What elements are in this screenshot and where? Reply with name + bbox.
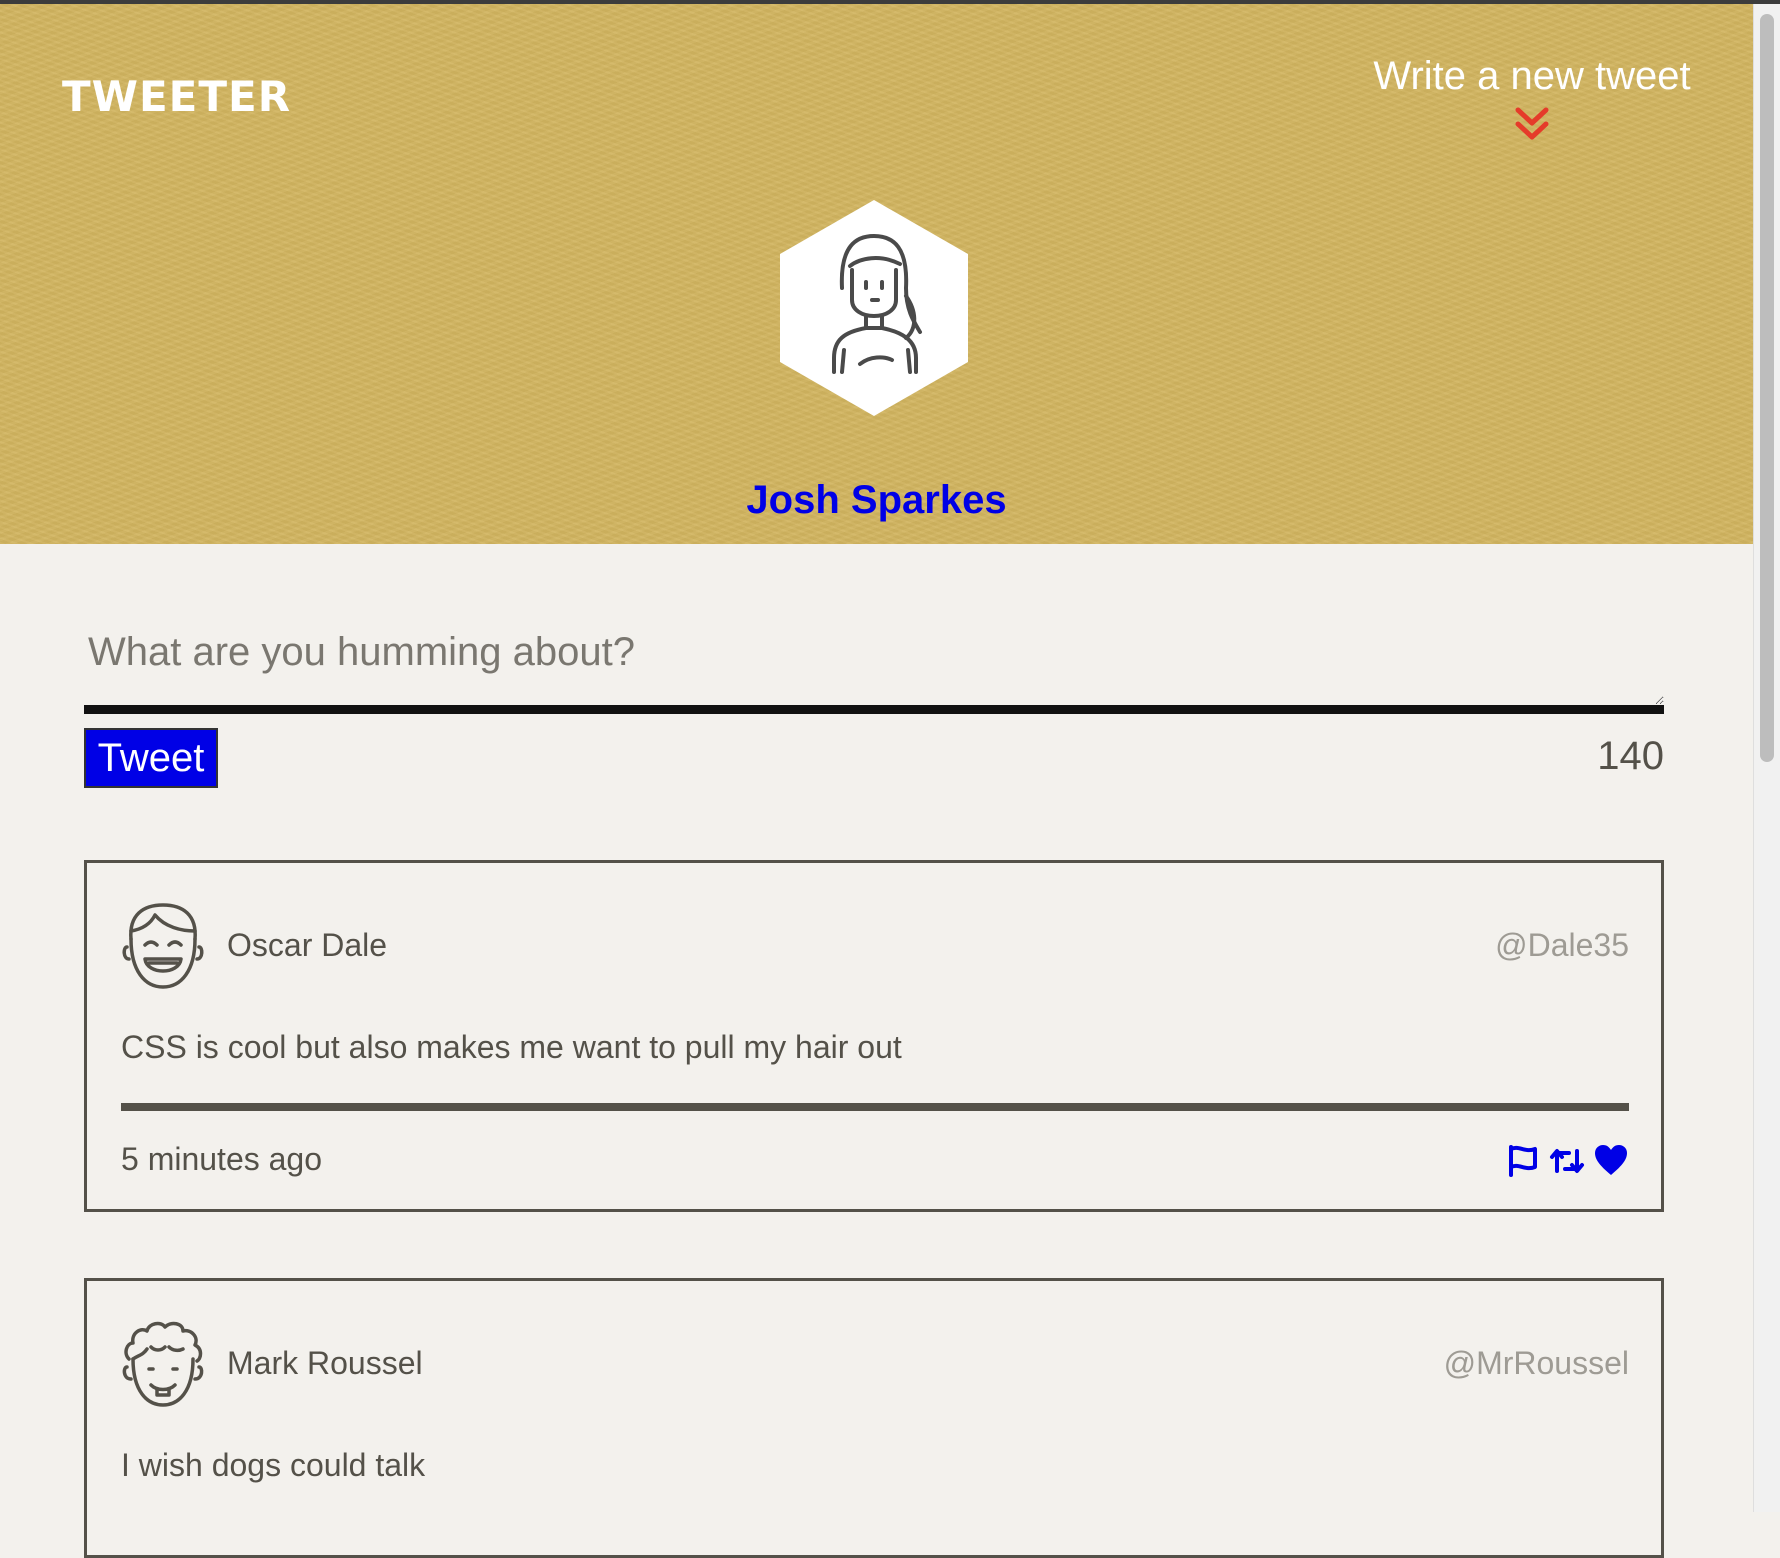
profile-name: Josh Sparkes	[746, 478, 1007, 522]
write-new-tweet-label: Write a new tweet	[1373, 54, 1691, 98]
page: TWEETER Write a new tweet Josh Sparkes W…	[0, 4, 1753, 1558]
tweet-content: I wish dogs could talk	[121, 1447, 426, 1483]
app-logo: TWEETER	[62, 72, 292, 121]
tweet-card: Mark Roussel @MrRoussel I wish dogs coul…	[84, 1278, 1664, 1558]
chevrons-down-icon	[1515, 107, 1549, 140]
tweet-timestamp: 5 minutes ago	[121, 1141, 323, 1177]
profile-avatar	[780, 200, 968, 416]
scrollbar-thumb[interactable]	[1760, 14, 1774, 762]
char-counter: 140	[1597, 734, 1664, 778]
tweet-author-handle: @Dale35	[1495, 927, 1629, 963]
tweet-divider	[121, 1103, 1629, 1111]
header-banner: TWEETER Write a new tweet Josh Sparkes	[0, 4, 1753, 544]
tweet-submit-button[interactable]: Tweet	[84, 728, 218, 788]
tweet-text-input[interactable]	[84, 594, 1664, 714]
smiling-man-avatar-icon	[122, 903, 204, 989]
heart-icon[interactable]	[1593, 1143, 1629, 1179]
curly-hair-man-avatar-icon	[122, 1321, 204, 1407]
tweet-content: CSS is cool but also makes me want to pu…	[121, 1029, 902, 1065]
composer-footer: Tweet 140	[84, 728, 1664, 798]
tweet-composer: Tweet 140	[84, 594, 1664, 798]
vertical-scrollbar[interactable]	[1753, 4, 1780, 1512]
tweet-author-handle: @MrRoussel	[1443, 1345, 1629, 1381]
write-new-tweet-toggle[interactable]: Write a new tweet	[1362, 52, 1702, 148]
tweet-author-name: Mark Roussel	[227, 1345, 423, 1381]
retweet-icon[interactable]	[1549, 1143, 1585, 1179]
flag-icon[interactable]	[1505, 1143, 1541, 1179]
tweet-card: Oscar Dale @Dale35 CSS is cool but also …	[84, 860, 1664, 1212]
tweet-actions	[1505, 1143, 1629, 1179]
tweet-author-name: Oscar Dale	[227, 927, 388, 963]
